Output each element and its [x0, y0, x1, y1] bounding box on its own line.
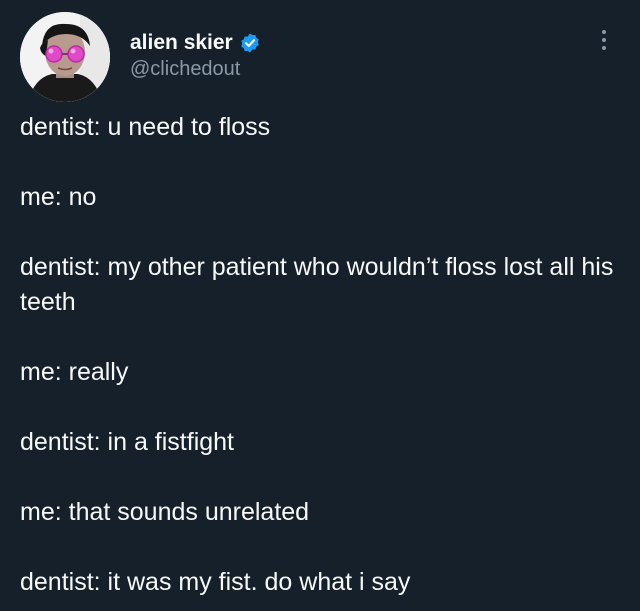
tweet-line: dentist: u need to floss: [20, 113, 271, 141]
more-dot: [602, 38, 606, 42]
tweet-text: dentist: u need to floss me: no dentist:…: [20, 110, 630, 600]
display-name[interactable]: alien skier: [130, 31, 233, 55]
line-break: [20, 145, 630, 180]
line-break: [20, 390, 630, 425]
author-handle[interactable]: @clichedout: [130, 57, 240, 81]
tweet-line: me: no: [20, 183, 97, 211]
line-break: [20, 215, 630, 250]
tweet-line: me: really: [20, 358, 129, 386]
verified-badge-icon[interactable]: [239, 32, 261, 54]
more-options-icon[interactable]: [594, 26, 614, 56]
line-break: [20, 460, 630, 495]
more-dot: [602, 46, 606, 50]
avatar[interactable]: [20, 12, 110, 102]
tweet-card: alien skier @clichedout dentist: u need …: [0, 0, 640, 611]
tweet-line: dentist: in a fistfight: [20, 428, 235, 456]
line-break: [20, 530, 630, 565]
line-break: [20, 320, 630, 355]
avatar-image: [20, 12, 110, 102]
tweet-line: dentist: it was my fist. do what i say: [20, 568, 411, 596]
tweet-line: dentist: my other patient who wouldn’t f…: [20, 253, 614, 316]
more-dot: [602, 30, 606, 34]
tweet-line: me: that sounds unrelated: [20, 498, 310, 526]
author-name-row: alien skier: [130, 31, 261, 55]
